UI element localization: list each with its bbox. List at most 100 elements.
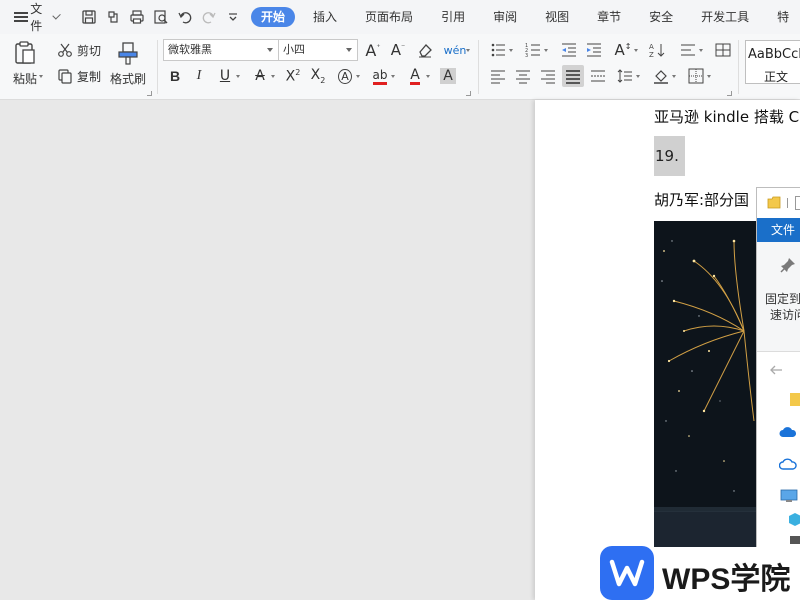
cloud-icon[interactable]	[779, 458, 797, 471]
clipboard-group-launcher[interactable]	[147, 91, 152, 96]
font-group-launcher[interactable]	[466, 91, 471, 96]
folder-icon[interactable]	[790, 392, 800, 406]
underline-button[interactable]: U	[214, 65, 240, 87]
cut-label: 剪切	[77, 43, 102, 58]
sort-icon: AZ	[649, 43, 665, 58]
pin-quick-access-label-2[interactable]: 速访问	[770, 306, 800, 323]
align-right-icon	[541, 70, 555, 84]
borders-button[interactable]	[685, 65, 711, 87]
divider	[787, 198, 788, 208]
indent-icon	[587, 43, 601, 57]
character-shading-button[interactable]: A	[437, 65, 459, 87]
tab-developer[interactable]: 开发工具	[691, 7, 759, 27]
document-workspace[interactable]: 亚马逊 kindle 搭载 C 19. 胡乃军:部分国	[0, 100, 800, 600]
file-explorer-window[interactable]: 文件 固定到 速访问	[756, 187, 800, 547]
font-color-button[interactable]: A	[404, 65, 430, 87]
tab-page-layout[interactable]: 页面布局	[355, 7, 423, 27]
document-paragraph[interactable]: 胡乃军:部分国	[654, 189, 749, 210]
clear-formatting-button[interactable]	[414, 39, 436, 61]
increase-indent-button[interactable]	[583, 39, 605, 61]
shading-button[interactable]	[650, 65, 676, 87]
explorer-file-tab[interactable]: 文件	[757, 218, 800, 242]
subscript-icon: X2	[310, 67, 326, 85]
redo-button[interactable]	[197, 5, 221, 29]
undo-button[interactable]	[173, 5, 197, 29]
font-name-select[interactable]: 微软雅黑	[163, 39, 279, 61]
decrease-indent-button[interactable]	[558, 39, 580, 61]
undo-icon	[178, 12, 192, 24]
character-shading-icon: A	[440, 68, 456, 84]
line-spacing-icon	[617, 69, 632, 83]
table-insert-button[interactable]	[712, 39, 734, 61]
highlight-button[interactable]: ab	[369, 65, 395, 87]
3d-objects-icon[interactable]	[788, 512, 800, 526]
copy-button[interactable]: 复制	[57, 65, 101, 87]
paste-button[interactable]: 粘贴	[12, 40, 38, 87]
align-left-button[interactable]	[487, 65, 509, 87]
document-paragraph[interactable]: 亚马逊 kindle 搭载 C	[654, 106, 799, 127]
print-button[interactable]	[125, 5, 149, 29]
format-painter-button[interactable]: 格式刷	[110, 40, 146, 87]
increase-font-size-button[interactable]: A⁺	[362, 39, 384, 61]
paste-label: 粘贴	[12, 72, 37, 86]
computer-icon[interactable]	[780, 489, 798, 503]
align-center-button[interactable]	[512, 65, 534, 87]
chevron-down-icon	[346, 48, 352, 52]
format-painter-label: 格式刷	[110, 72, 147, 86]
pin-quick-access-label[interactable]: 固定到	[765, 290, 800, 307]
tab-features[interactable]: 特	[767, 7, 799, 27]
explorer-title-bar[interactable]	[757, 188, 800, 218]
superscript-button[interactable]: X2	[282, 65, 304, 87]
bullets-button[interactable]	[487, 39, 513, 61]
copy-label: 复制	[77, 69, 102, 84]
decrease-font-size-button[interactable]: A⁻	[387, 39, 409, 61]
align-center-icon	[516, 70, 530, 84]
paint-bucket-icon	[654, 70, 668, 84]
style-normal[interactable]: AaBbCcDd 正文	[745, 40, 800, 84]
font-size-select[interactable]: 小四	[278, 39, 358, 61]
line-break-button[interactable]	[677, 39, 703, 61]
file-menu-button[interactable]: 文件	[0, 0, 65, 34]
distributed-align-button[interactable]	[587, 65, 609, 87]
tab-insert[interactable]: 插入	[303, 7, 347, 27]
line-spacing-button[interactable]	[614, 65, 640, 87]
strikethrough-button[interactable]: A	[249, 65, 275, 87]
customize-toolbar-button[interactable]	[221, 5, 245, 29]
ribbon-home: 粘贴 剪切 复制 格式刷 微软雅黑 小四 A⁺ A⁻ wén B I U A X…	[0, 34, 800, 100]
onedrive-icon[interactable]	[779, 426, 797, 438]
save-button[interactable]	[77, 5, 101, 29]
border-icon	[688, 68, 704, 84]
export-pdf-button[interactable]	[101, 5, 125, 29]
tab-sections[interactable]: 章节	[587, 7, 631, 27]
font-color-icon: A	[410, 66, 420, 85]
numbering-button[interactable]: 123	[522, 39, 548, 61]
cut-button[interactable]: 剪切	[57, 39, 101, 61]
fireworks-image[interactable]	[654, 221, 760, 547]
tab-view[interactable]: 视图	[535, 7, 579, 27]
desktop-icon[interactable]	[790, 536, 800, 546]
tab-references[interactable]: 引用	[431, 7, 475, 27]
subscript-button[interactable]: X2	[307, 65, 329, 87]
group-divider	[738, 40, 739, 94]
change-case-button[interactable]: A↕	[612, 39, 638, 61]
text-effects-button[interactable]: A	[334, 65, 360, 87]
back-arrow-icon[interactable]	[769, 364, 783, 376]
tab-home[interactable]: 开始	[251, 7, 296, 27]
text-effects-icon: A	[338, 68, 352, 84]
change-case-icon: A↕	[614, 41, 632, 59]
sort-button[interactable]: AZ	[646, 39, 668, 61]
tab-security[interactable]: 安全	[639, 7, 683, 27]
italic-button[interactable]: I	[188, 65, 210, 87]
paragraph-group-launcher[interactable]	[727, 91, 732, 96]
selected-text[interactable]: 19.	[654, 136, 685, 176]
print-preview-button[interactable]	[149, 5, 173, 29]
svg-text:3: 3	[525, 53, 528, 58]
justify-button[interactable]	[562, 65, 584, 87]
tab-review[interactable]: 审阅	[483, 7, 527, 27]
align-right-button[interactable]	[537, 65, 559, 87]
bold-button[interactable]: B	[164, 65, 186, 87]
line-break-icon	[681, 44, 695, 56]
increase-font-icon: A⁺	[365, 40, 381, 60]
paste-dropdown-arrow[interactable]	[39, 75, 43, 78]
phonetic-guide-button[interactable]: wén	[444, 39, 470, 61]
